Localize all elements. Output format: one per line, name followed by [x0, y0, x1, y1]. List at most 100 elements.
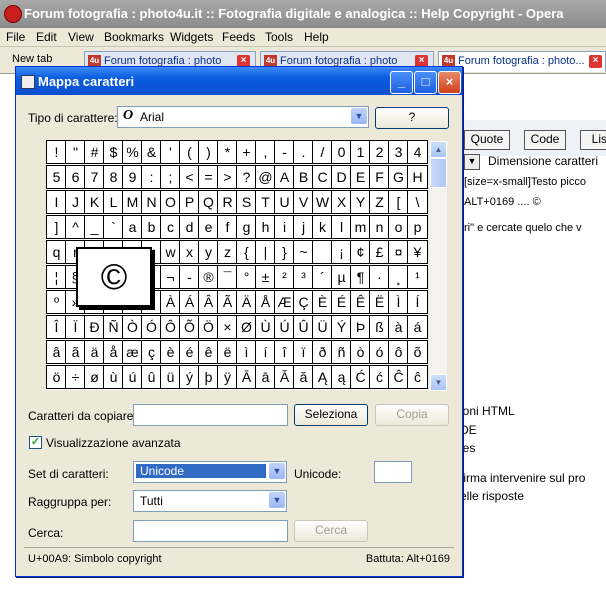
character-cell[interactable]: P	[179, 190, 200, 214]
character-cell[interactable]: ý	[179, 365, 200, 389]
character-cell[interactable]: Ñ	[103, 315, 124, 339]
group-select[interactable]: Tutti ▼	[133, 490, 287, 512]
character-cell[interactable]: m	[350, 215, 371, 239]
character-cell[interactable]: ¡	[331, 240, 352, 264]
character-cell[interactable]: ¥	[407, 240, 428, 264]
close-icon[interactable]: ×	[438, 71, 461, 94]
character-cell[interactable]: ê	[198, 340, 219, 364]
character-cell[interactable]: á	[407, 315, 428, 339]
character-cell[interactable]: 3	[388, 140, 409, 164]
character-cell[interactable]: Ý	[331, 315, 352, 339]
character-cell[interactable]: £	[369, 240, 390, 264]
character-cell[interactable]: ¹	[407, 265, 428, 289]
character-cell[interactable]: ù	[103, 365, 124, 389]
minimize-icon[interactable]: _	[390, 71, 413, 94]
character-cell[interactable]: `	[103, 215, 124, 239]
character-cell[interactable]: è	[160, 340, 181, 364]
character-cell[interactable]: .	[293, 140, 314, 164]
character-cell[interactable]: ¶	[350, 265, 371, 289]
grid-scrollbar[interactable]: ▲ ▼	[429, 141, 447, 391]
character-cell[interactable]: µ	[331, 265, 352, 289]
character-cell[interactable]: '	[160, 140, 181, 164]
character-cell[interactable]: b	[141, 215, 162, 239]
character-cell[interactable]: ð	[312, 340, 333, 364]
character-cell[interactable]: _	[84, 215, 105, 239]
character-cell[interactable]: k	[312, 215, 333, 239]
character-cell[interactable]: Ú	[274, 315, 295, 339]
character-cell[interactable]: ô	[388, 340, 409, 364]
character-cell[interactable]: }	[274, 240, 295, 264]
character-cell[interactable]: Ć	[350, 365, 371, 389]
character-cell[interactable]: ø	[84, 365, 105, 389]
character-cell[interactable]: B	[293, 165, 314, 189]
character-cell[interactable]: Í	[407, 290, 428, 314]
character-cell[interactable]: ¸	[388, 265, 409, 289]
scroll-up-icon[interactable]: ▲	[430, 141, 447, 158]
character-cell[interactable]: Ì	[388, 290, 409, 314]
dropdown-arrow-icon[interactable]: ▼	[464, 154, 480, 170]
character-cell[interactable]: w	[160, 240, 181, 264]
character-cell[interactable]: ×	[217, 315, 238, 339]
character-cell[interactable]: K	[84, 190, 105, 214]
character-cell[interactable]: 0	[331, 140, 352, 164]
character-cell[interactable]: S	[236, 190, 257, 214]
character-cell[interactable]: ú	[122, 365, 143, 389]
character-cell[interactable]: O	[160, 190, 181, 214]
character-cell[interactable]: Y	[350, 190, 371, 214]
character-cell[interactable]	[312, 240, 333, 264]
character-cell[interactable]: ë	[217, 340, 238, 364]
character-cell[interactable]: Ï	[65, 315, 86, 339]
close-tab-icon[interactable]: ×	[589, 55, 602, 68]
search-button[interactable]: Cerca	[294, 520, 368, 542]
character-cell[interactable]: Á	[179, 290, 200, 314]
character-cell[interactable]: -	[179, 265, 200, 289]
character-cell[interactable]: ç	[141, 340, 162, 364]
select-button[interactable]: Seleziona	[294, 404, 368, 426]
quote-button[interactable]: Quote	[464, 130, 510, 150]
character-cell[interactable]: ä	[84, 340, 105, 364]
character-cell[interactable]: %	[122, 140, 143, 164]
character-cell[interactable]: ă	[293, 365, 314, 389]
character-cell[interactable]: ^	[65, 215, 86, 239]
character-cell[interactable]: â	[46, 340, 67, 364]
character-cell[interactable]: "	[65, 140, 86, 164]
character-cell[interactable]: ®	[198, 265, 219, 289]
character-cell[interactable]: ā	[255, 365, 276, 389]
character-cell[interactable]: Ö	[198, 315, 219, 339]
character-cell[interactable]: 8	[103, 165, 124, 189]
character-cell[interactable]: f	[217, 215, 238, 239]
character-cell[interactable]: à	[388, 315, 409, 339]
character-cell[interactable]: Æ	[274, 290, 295, 314]
character-cell[interactable]: ,	[255, 140, 276, 164]
character-cell[interactable]: ¦	[46, 265, 67, 289]
character-cell[interactable]: î	[274, 340, 295, 364]
character-cell[interactable]: Z	[369, 190, 390, 214]
character-cell[interactable]: Î	[46, 315, 67, 339]
character-cell[interactable]: &	[141, 140, 162, 164]
character-cell[interactable]: :	[141, 165, 162, 189]
copy-button[interactable]: Copia	[375, 404, 449, 426]
character-cell[interactable]: Ç	[293, 290, 314, 314]
menu-help[interactable]: Help	[304, 30, 329, 44]
character-cell[interactable]: n	[369, 215, 390, 239]
character-cell[interactable]: R	[217, 190, 238, 214]
character-cell[interactable]: å	[103, 340, 124, 364]
character-cell[interactable]: >	[217, 165, 238, 189]
character-cell[interactable]: 1	[350, 140, 371, 164]
character-cell[interactable]: 9	[122, 165, 143, 189]
character-cell[interactable]: c	[160, 215, 181, 239]
character-cell[interactable]: 4	[407, 140, 428, 164]
list-button[interactable]: List	[580, 130, 606, 150]
character-cell[interactable]: Ā	[236, 365, 257, 389]
character-cell[interactable]: j	[293, 215, 314, 239]
menu-view[interactable]: View	[68, 30, 94, 44]
character-cell[interactable]: ~	[293, 240, 314, 264]
menu-file[interactable]: File	[6, 30, 25, 44]
character-cell[interactable]: e	[198, 215, 219, 239]
character-cell[interactable]: W	[312, 190, 333, 214]
character-cell[interactable]: 5	[46, 165, 67, 189]
character-cell[interactable]: ß	[369, 315, 390, 339]
new-tab-button[interactable]: New tab	[12, 53, 52, 65]
character-cell[interactable]: É	[331, 290, 352, 314]
character-cell[interactable]: À	[160, 290, 181, 314]
